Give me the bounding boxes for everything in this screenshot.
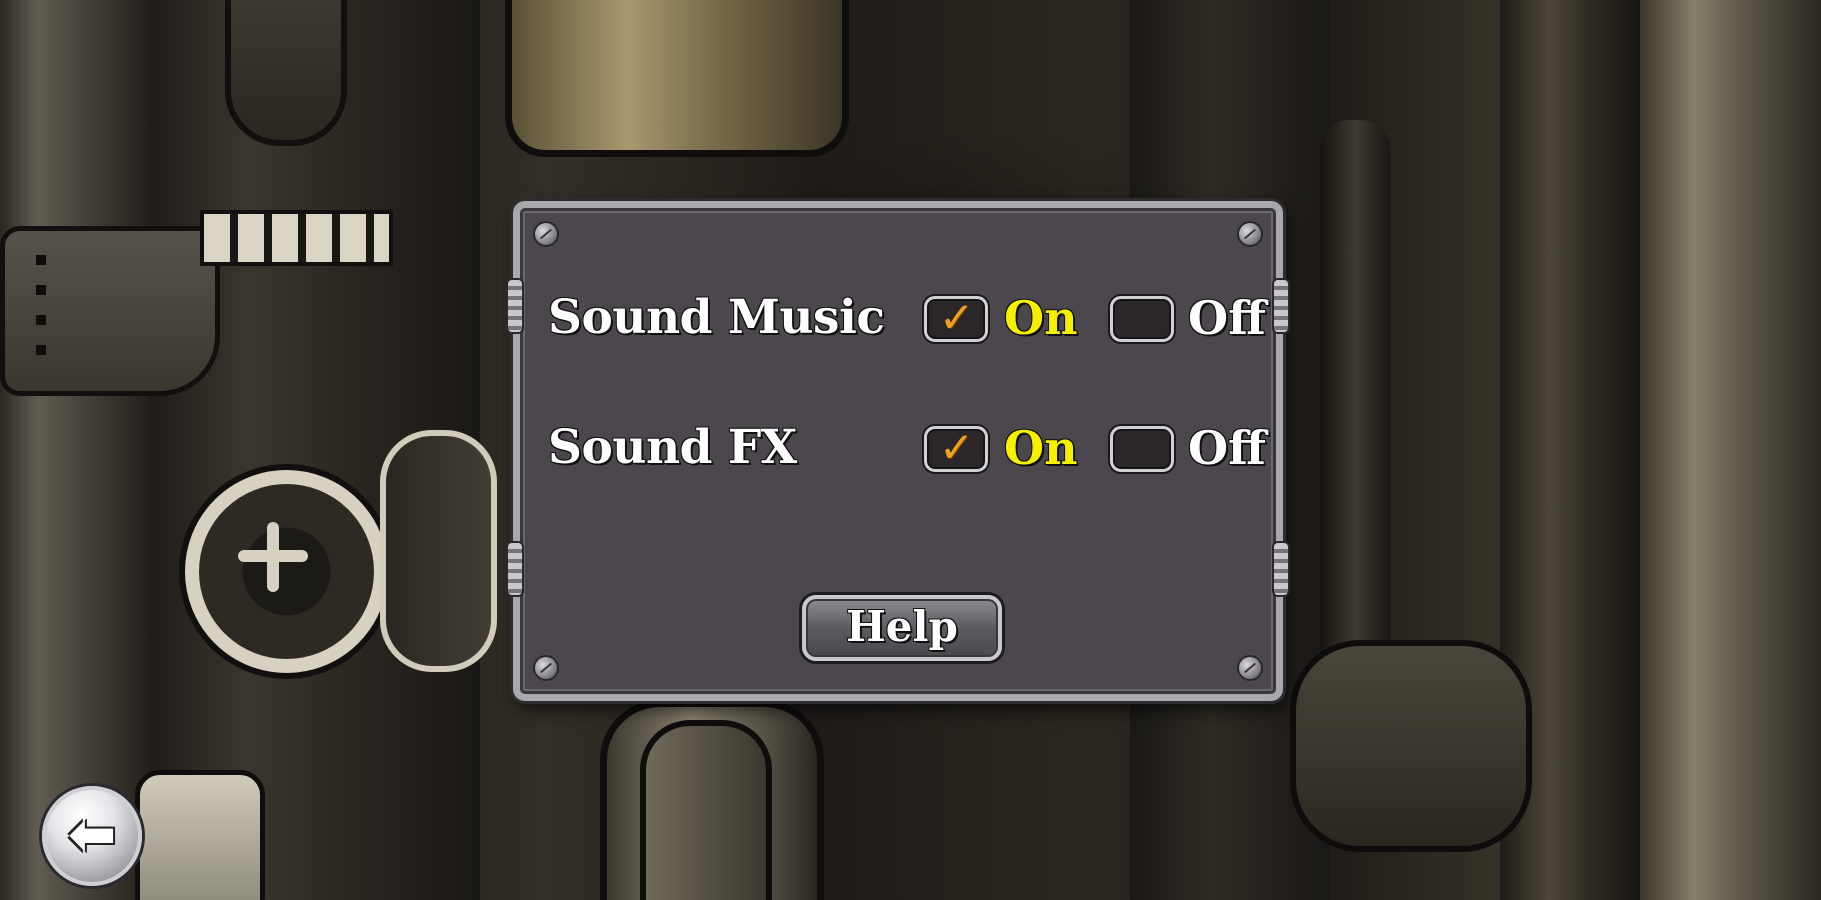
hinge-icon xyxy=(1274,280,1288,332)
game-scene: Sound Music ✓ On Off Sound FX ✓ On Off H… xyxy=(0,0,1821,900)
background-hatch-cross xyxy=(267,522,279,592)
back-button[interactable]: ⬅ xyxy=(42,786,142,886)
screw-icon xyxy=(535,657,557,679)
background-slot xyxy=(225,0,347,146)
background-hatch xyxy=(185,470,388,673)
background-machine xyxy=(1290,640,1532,852)
sound-fx-label: Sound FX xyxy=(548,420,797,475)
sound-music-off-label[interactable]: Off xyxy=(1188,288,1266,348)
back-arrow-icon: ⬅ xyxy=(67,800,117,868)
background-port xyxy=(380,430,497,672)
background-strut xyxy=(1320,120,1390,680)
background-panel xyxy=(135,770,265,900)
sound-fx-row: Sound FX ✓ On Off xyxy=(548,418,1268,478)
sound-music-off-checkbox[interactable] xyxy=(1110,296,1174,342)
screw-icon xyxy=(1239,223,1261,245)
screw-icon xyxy=(1239,657,1261,679)
background-column xyxy=(1640,0,1821,900)
sound-music-on-label[interactable]: On xyxy=(1004,288,1078,348)
sound-fx-on-checkbox[interactable]: ✓ xyxy=(924,423,988,472)
sound-music-on-checkbox[interactable]: ✓ xyxy=(924,293,988,342)
help-button[interactable]: Help xyxy=(802,595,1002,661)
checkmark-icon: ✓ xyxy=(939,293,975,342)
background-pipe xyxy=(0,0,150,900)
screw-icon xyxy=(535,223,557,245)
hinge-icon xyxy=(508,280,522,332)
background-tank xyxy=(640,720,772,900)
sound-settings-dialog: Sound Music ✓ On Off Sound FX ✓ On Off H… xyxy=(508,201,1288,701)
sound-fx-off-label[interactable]: Off xyxy=(1188,418,1266,478)
background-brass-tank xyxy=(505,0,849,157)
sound-music-label: Sound Music xyxy=(548,290,885,345)
hinge-icon xyxy=(508,543,522,595)
checkmark-icon: ✓ xyxy=(939,423,975,472)
hinge-icon xyxy=(1274,543,1288,595)
background-striped-band xyxy=(200,210,393,266)
sound-fx-on-label[interactable]: On xyxy=(1004,418,1078,478)
background-rivets xyxy=(36,255,46,375)
sound-fx-off-checkbox[interactable] xyxy=(1110,426,1174,472)
sound-music-row: Sound Music ✓ On Off xyxy=(548,288,1268,348)
background-panel xyxy=(0,226,220,396)
